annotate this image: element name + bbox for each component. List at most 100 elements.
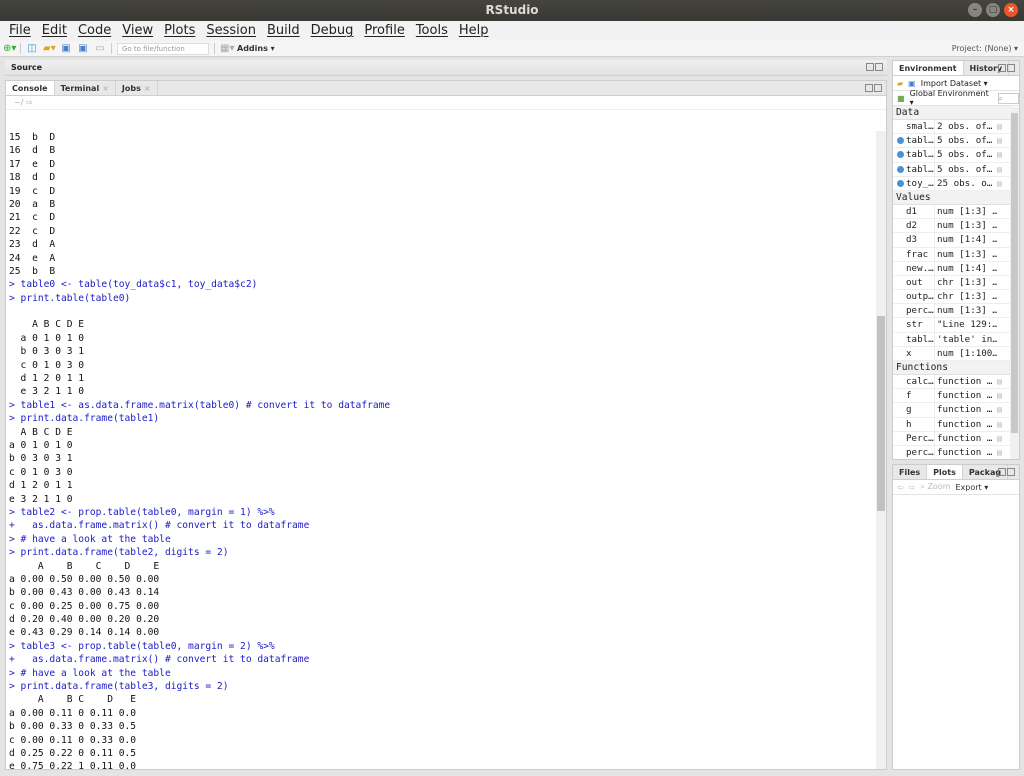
console-scrollbar[interactable] bbox=[876, 131, 886, 769]
console-output-line: e 3 2 1 1 0 bbox=[9, 386, 85, 398]
expand-icon[interactable] bbox=[897, 137, 904, 145]
close-button[interactable]: × bbox=[1004, 3, 1018, 17]
view-data-icon[interactable]: ▤ bbox=[997, 177, 1009, 190]
source-header: Source bbox=[5, 60, 887, 76]
menu-build[interactable]: Build bbox=[264, 21, 308, 41]
scrollbar-thumb[interactable] bbox=[877, 316, 885, 511]
goto-file-input[interactable]: Go to file/function bbox=[117, 42, 209, 55]
environment-scope-select[interactable]: Global Environment ▾ bbox=[910, 89, 993, 107]
tab-jobs[interactable]: Jobs × bbox=[116, 81, 158, 95]
forward-arrow-icon[interactable]: ⇨ bbox=[909, 483, 916, 492]
project-menu[interactable]: Project: (None) ▾ bbox=[952, 44, 1018, 53]
env-value: 5 obs. of… bbox=[937, 135, 993, 147]
env-row[interactable]: str "Line 129:… bbox=[893, 318, 1011, 333]
env-value: num [1:4] … bbox=[937, 234, 997, 246]
console-pane: Console Terminal × Jobs × ~/ ⇨ 15 b D 16 d B1… bbox=[5, 80, 887, 770]
view-data-icon[interactable]: ▤ bbox=[997, 163, 1009, 176]
tab-files[interactable]: Files bbox=[893, 465, 928, 479]
save-icon[interactable]: ▣ bbox=[60, 43, 72, 54]
save-workspace-icon[interactable]: ▣ bbox=[908, 79, 916, 88]
env-row[interactable]: perc… function … ▤ bbox=[893, 445, 1011, 459]
load-workspace-icon[interactable]: ▰ bbox=[897, 79, 903, 88]
view-data-icon[interactable]: ▤ bbox=[997, 120, 1009, 133]
env-row[interactable]: perc… num [1:3] … bbox=[893, 304, 1011, 319]
env-row[interactable]: toy_… 25 obs. o… ▤ bbox=[893, 176, 1011, 191]
menu-plots[interactable]: Plots bbox=[161, 21, 203, 41]
env-row[interactable]: d3 num [1:4] … bbox=[893, 233, 1011, 248]
view-data-icon[interactable]: ▤ bbox=[997, 446, 1009, 459]
env-row[interactable]: out chr [1:3] … bbox=[893, 275, 1011, 291]
env-row[interactable]: g function … ▤ bbox=[893, 403, 1011, 418]
open-file-icon[interactable]: ▰▾ bbox=[43, 43, 56, 54]
env-row[interactable]: d1 num [1:3] … bbox=[893, 204, 1011, 220]
view-data-icon[interactable]: ▤ bbox=[997, 403, 1009, 416]
close-tab-icon[interactable]: × bbox=[144, 84, 151, 93]
tab-terminal[interactable]: Terminal × bbox=[55, 81, 116, 95]
print-icon[interactable]: ▭ bbox=[94, 43, 106, 54]
minimize-button[interactable]: – bbox=[968, 3, 982, 17]
save-all-icon[interactable]: ▣ bbox=[77, 43, 89, 54]
menu-tools[interactable]: Tools bbox=[413, 21, 456, 41]
env-row[interactable]: calc… function … ▤ bbox=[893, 375, 1011, 390]
view-data-icon[interactable]: ▤ bbox=[997, 432, 1009, 445]
menu-code[interactable]: Code bbox=[75, 21, 119, 41]
env-row[interactable]: new.… num [1:4] … bbox=[893, 261, 1011, 276]
new-project-icon[interactable]: ◫ bbox=[26, 43, 38, 54]
zoom-button[interactable]: ⌕ Zoom bbox=[920, 482, 950, 492]
env-name: tabl… bbox=[893, 332, 935, 346]
view-data-icon[interactable]: ▤ bbox=[997, 148, 1009, 161]
env-row[interactable]: Perc… function … ▤ bbox=[893, 431, 1011, 446]
env-row[interactable]: tabl… 5 obs. of… ▤ bbox=[893, 162, 1011, 177]
menu-help[interactable]: Help bbox=[456, 21, 497, 41]
menu-file[interactable]: File bbox=[6, 21, 39, 41]
env-name: f bbox=[893, 389, 935, 403]
pane-minmax[interactable] bbox=[865, 84, 882, 92]
env-row[interactable]: frac num [1:3] … bbox=[893, 247, 1011, 262]
env-value: function … bbox=[937, 446, 993, 458]
console-output[interactable]: 15 b D 16 d B 17 e D 18 d D 19 c D 20 a B 21 c… bbox=[6, 131, 875, 769]
view-data-icon[interactable]: ▤ bbox=[997, 418, 1009, 431]
expand-icon[interactable] bbox=[897, 151, 904, 159]
close-tab-icon[interactable]: × bbox=[102, 84, 109, 93]
env-row[interactable]: outp… chr [1:3] … bbox=[893, 290, 1011, 305]
search-icon[interactable]: ⌕ bbox=[997, 92, 1019, 104]
expand-icon[interactable] bbox=[897, 165, 904, 173]
env-row[interactable]: tabl…'table' in… bbox=[893, 332, 1011, 347]
console-output-line: c 0.00 0.11 0 0.33 0.0 bbox=[9, 734, 137, 746]
tab-environment[interactable]: Environment bbox=[893, 61, 964, 75]
environment-scrollbar[interactable] bbox=[1010, 107, 1019, 459]
pane-minmax[interactable] bbox=[998, 468, 1015, 476]
env-row[interactable]: d2 num [1:3] … bbox=[893, 219, 1011, 234]
export-button[interactable]: Export ▾ bbox=[956, 483, 989, 492]
pane-minmax[interactable] bbox=[998, 64, 1015, 72]
menu-view[interactable]: View bbox=[119, 21, 161, 41]
menu-edit[interactable]: Edit bbox=[39, 21, 75, 41]
env-value: num [1:4] … bbox=[937, 262, 997, 274]
env-row[interactable]: h function … ▤ bbox=[893, 417, 1011, 432]
env-row[interactable]: tabl… 5 obs. of… ▤ bbox=[893, 148, 1011, 163]
console-output-line: 25 b B bbox=[9, 265, 56, 277]
expand-icon[interactable] bbox=[897, 179, 904, 187]
menu-debug[interactable]: Debug bbox=[308, 21, 362, 41]
addins-menu[interactable]: Addins ▾ bbox=[237, 44, 275, 53]
back-arrow-icon[interactable]: ⇦ bbox=[897, 483, 904, 492]
maximize-button[interactable]: □ bbox=[986, 3, 1000, 17]
tab-console[interactable]: Console bbox=[6, 81, 55, 95]
view-data-icon[interactable]: ▤ bbox=[997, 389, 1009, 402]
view-data-icon[interactable]: ▤ bbox=[997, 134, 1009, 147]
import-dataset-button[interactable]: Import Dataset ▾ bbox=[921, 79, 988, 88]
env-row[interactable]: x num [1:100… bbox=[893, 346, 1011, 361]
pane-minmax[interactable] bbox=[866, 63, 883, 71]
tab-plots[interactable]: Plots bbox=[927, 465, 963, 479]
env-row[interactable]: f function … ▤ bbox=[893, 389, 1011, 404]
menu-session[interactable]: Session bbox=[203, 21, 264, 41]
menu-profile[interactable]: Profile bbox=[361, 21, 412, 41]
new-file-icon[interactable]: ⊕▾ bbox=[3, 43, 16, 54]
view-data-icon[interactable]: ▤ bbox=[997, 375, 1009, 388]
env-row[interactable]: tabl… 5 obs. of… ▤ bbox=[893, 134, 1011, 149]
grid-layout-icon[interactable]: ▦▾ bbox=[220, 43, 234, 54]
env-row[interactable]: smal… 2 obs. of… ▤ bbox=[893, 120, 1011, 135]
env-value: function … bbox=[937, 390, 993, 402]
divider bbox=[20, 43, 21, 54]
